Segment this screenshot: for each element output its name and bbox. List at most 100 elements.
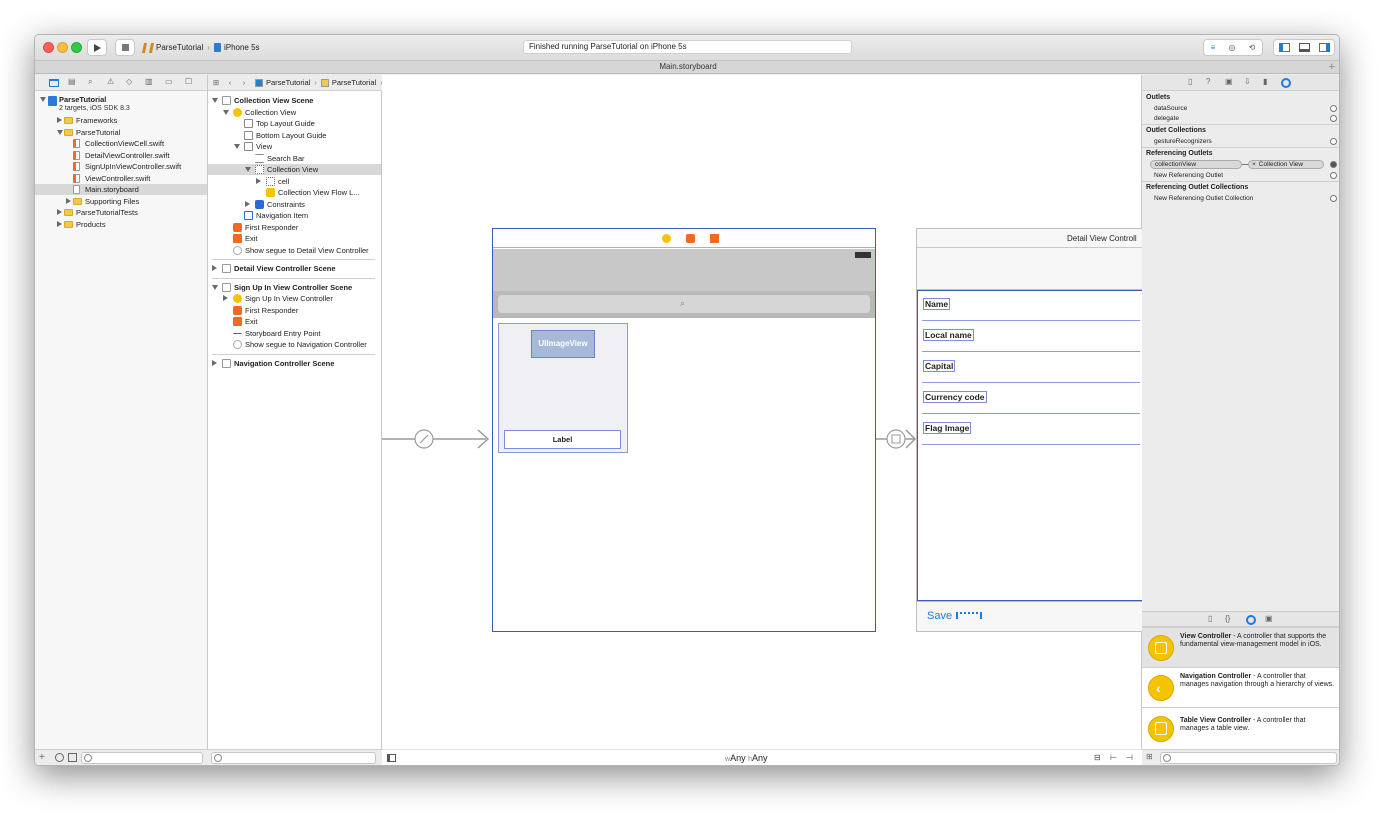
navigator-item[interactable]: CollectionViewCell.swift	[35, 138, 207, 149]
disclosure-open-icon[interactable]	[234, 144, 240, 149]
detail-field-cell[interactable]: Local name	[922, 322, 1140, 352]
detail-field-cell[interactable]: Flag Image	[922, 415, 1140, 445]
outline-item[interactable]: cell	[208, 176, 381, 187]
test-icon[interactable]: ◇	[126, 77, 132, 86]
connect-circle-icon[interactable]	[1330, 138, 1337, 145]
navigator-item[interactable]: Main.storyboard	[35, 184, 207, 195]
outline-item[interactable]: Exit	[208, 316, 381, 327]
outlet-collection-row[interactable]: gestureRecognizers	[1142, 136, 1339, 147]
jump-bar-item[interactable]: ParseTutorial	[320, 78, 376, 87]
navigator-item[interactable]: ViewController.swift	[35, 173, 207, 184]
navigator-item[interactable]: DetailViewController.swift	[35, 150, 207, 161]
connect-circle-icon[interactable]	[1330, 172, 1337, 179]
navigator-item[interactable]: ParseTutorial	[35, 127, 207, 138]
outline-item[interactable]: Collection View	[208, 164, 381, 175]
code-snippet-icon[interactable]: {}	[1225, 614, 1230, 623]
disclosure-closed-icon[interactable]	[66, 197, 71, 204]
outline-item[interactable]: Bottom Layout Guide	[208, 130, 381, 141]
outline-item[interactable]: Constraints	[208, 199, 381, 210]
outline-item[interactable]: First Responder	[208, 305, 381, 316]
stack-icon[interactable]: ⊟	[1094, 753, 1101, 762]
library-filter-field[interactable]	[1160, 752, 1337, 764]
new-referencing-outlet-row[interactable]: New Referencing Outlet	[1142, 170, 1339, 181]
disclosure-closed-icon[interactable]	[57, 209, 62, 215]
detail-field-label[interactable]: Capital	[922, 360, 956, 372]
navigator-item[interactable]: Products	[35, 219, 207, 230]
outline-toggle-icon[interactable]	[387, 754, 396, 762]
standard-editor-icon[interactable]: ≡	[1211, 43, 1216, 52]
outline-item[interactable]: Collection View Scene	[208, 95, 381, 106]
disclosure-open-icon[interactable]	[40, 97, 46, 102]
view-toggle-group[interactable]	[1273, 39, 1335, 56]
destination-name[interactable]: iPhone 5s	[224, 43, 260, 52]
file-template-icon[interactable]: ▯	[1208, 614, 1212, 623]
outlet-row[interactable]: delegate	[1142, 113, 1339, 124]
library-item-view-controller[interactable]: View Controller - A controller that supp…	[1142, 627, 1339, 667]
back-icon[interactable]: ‹	[223, 78, 237, 87]
connect-circle-icon[interactable]	[1330, 115, 1337, 122]
zoom-window-button[interactable]	[71, 42, 82, 53]
grid-icon[interactable]: ⊞	[209, 78, 223, 87]
disclosure-open-icon[interactable]	[245, 167, 251, 172]
disclosure-closed-icon[interactable]	[212, 359, 217, 366]
detail-field-cell[interactable]: Capital	[922, 353, 1140, 383]
outline-item[interactable]: Show segue to Navigation Controller	[208, 339, 381, 350]
outline-filter-field[interactable]	[211, 752, 376, 764]
uiimageview-placeholder[interactable]: UIImageView	[531, 330, 595, 358]
navigator-item[interactable]: Frameworks	[35, 115, 207, 126]
add-icon[interactable]: +	[39, 752, 45, 763]
warning-icon[interactable]: ⚠	[107, 77, 114, 86]
scm-icon[interactable]	[68, 753, 77, 762]
outline-item[interactable]: Sign Up In View Controller Scene	[208, 282, 381, 293]
outline-item[interactable]: Exit	[208, 233, 381, 244]
scheme-name[interactable]: ParseTutorial	[156, 43, 203, 52]
cell-label[interactable]: Label	[504, 430, 621, 449]
disclosure-open-icon[interactable]	[57, 129, 63, 135]
utilities-toggle-icon[interactable]	[1318, 43, 1330, 52]
disclosure-closed-icon[interactable]	[245, 200, 250, 207]
resolve-icon[interactable]: ⊣	[1126, 753, 1133, 762]
file-inspector-icon[interactable]: ▯	[1188, 77, 1192, 86]
stop-button[interactable]	[115, 39, 135, 56]
detail-field-label[interactable]: Name	[922, 298, 951, 310]
object-library-icon[interactable]	[1246, 615, 1256, 625]
referencing-outlet-row[interactable]: collectionView × Collection View	[1142, 159, 1339, 170]
minimize-window-button[interactable]	[57, 42, 68, 53]
version-editor-icon[interactable]: ⟲	[1249, 43, 1256, 52]
report-icon[interactable]: ☐	[185, 77, 192, 86]
search-bar[interactable]: ⌕	[493, 291, 875, 318]
outline-item[interactable]: Navigation Controller Scene	[208, 358, 381, 369]
disclosure-closed-icon[interactable]	[212, 265, 217, 271]
identity-inspector-icon[interactable]: ▣	[1225, 77, 1233, 86]
search-icon[interactable]: ⌕	[88, 77, 92, 87]
disclosure-closed-icon[interactable]	[57, 220, 62, 227]
collection-view-controller-scene[interactable]: ⌕ UIImageView Label	[492, 228, 876, 632]
debug-icon[interactable]: ▥	[145, 77, 153, 86]
navigator-item[interactable]: Supporting Files	[35, 196, 207, 207]
tab-main-storyboard[interactable]: Main.storyboard	[659, 62, 716, 71]
debug-toggle-icon[interactable]	[1298, 43, 1310, 52]
library-item-table-view-controller[interactable]: Table View Controller - A controller tha…	[1142, 707, 1339, 749]
detail-field-label[interactable]: Currency code	[923, 391, 987, 403]
outline-item[interactable]: Sign Up In View Controller	[208, 293, 381, 304]
remove-connection-icon[interactable]: ×	[1252, 161, 1256, 168]
jump-bar-item[interactable]: ParseTutorial	[255, 78, 310, 87]
scheme-selector[interactable]: ParseTutorial › iPhone 5s	[141, 39, 260, 56]
storyboard-canvas[interactable]: ⌕ UIImageView Label Detail View Controll…	[382, 75, 1142, 765]
outline-item[interactable]: Collection View Flow L...	[208, 187, 381, 198]
pin-icon[interactable]: ⊢	[1110, 753, 1117, 762]
detail-field-cell[interactable]: Name	[922, 291, 1140, 321]
collection-view-cell[interactable]: UIImageView Label	[498, 323, 628, 453]
outline-item[interactable]: Storyboard Entry Point	[208, 328, 381, 339]
symbol-icon[interactable]: ▤	[68, 77, 76, 86]
folder-icon[interactable]	[49, 79, 59, 87]
navigator-toggle-icon[interactable]	[1278, 43, 1290, 52]
help-inspector-icon[interactable]: ?	[1206, 77, 1210, 86]
detail-field-label[interactable]: Local name	[923, 329, 974, 341]
disclosure-closed-icon[interactable]	[223, 295, 228, 301]
detail-table-view[interactable]: Name Local name Capital Currency code Flag I…	[917, 290, 1142, 601]
outline-item[interactable]: Show segue to Detail View Controller	[208, 245, 381, 256]
connected-circle-icon[interactable]	[1330, 161, 1337, 168]
outline-item[interactable]: Navigation Item	[208, 210, 381, 221]
assistant-editor-icon[interactable]: ◎	[1228, 43, 1235, 52]
